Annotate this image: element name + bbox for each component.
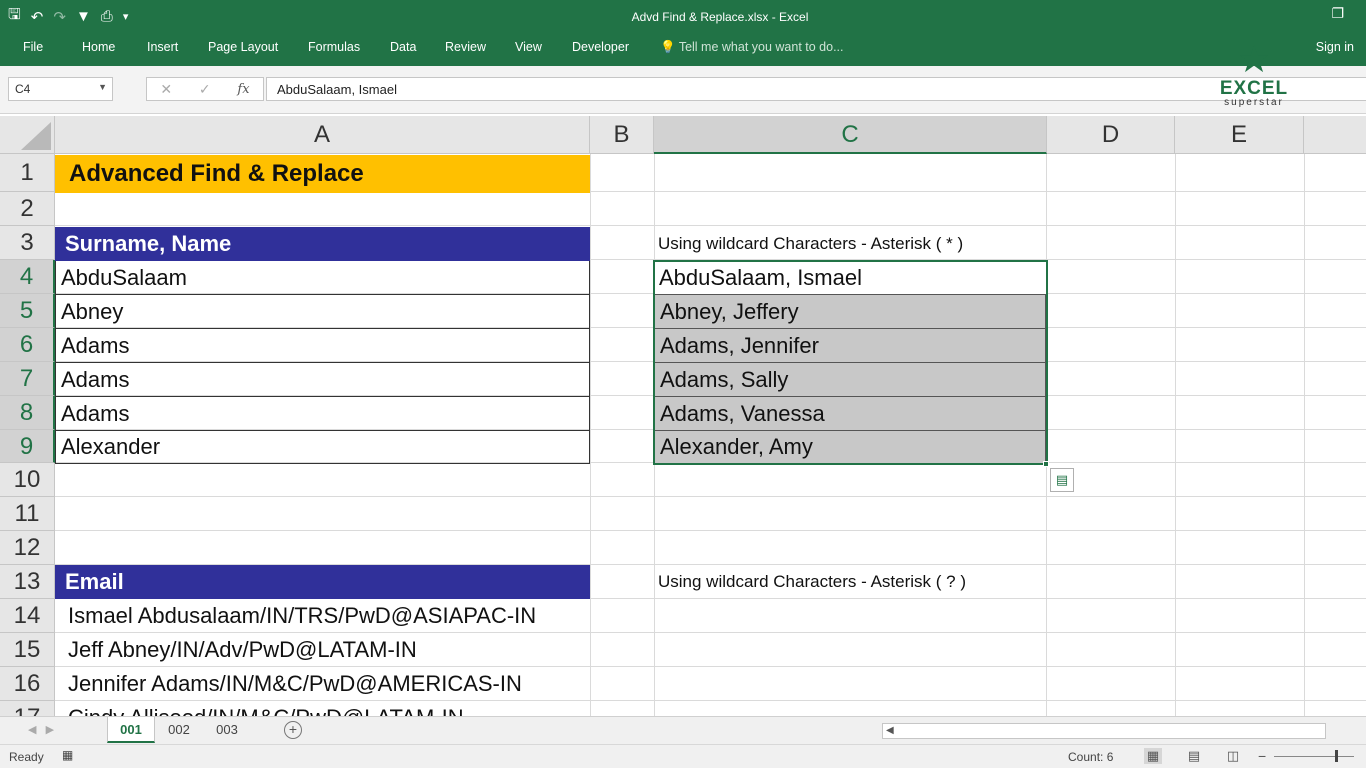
cell-a6[interactable]: Adams bbox=[55, 329, 590, 363]
tab-insert[interactable]: Insert bbox=[147, 40, 178, 54]
formula-bar: C4 ▼ ✕ ✓ fx AbduSalaam, Ismael bbox=[0, 66, 1366, 114]
cell-a3[interactable]: Surname, Name bbox=[55, 227, 590, 261]
cell-a7[interactable]: Adams bbox=[55, 363, 590, 397]
sign-in-link[interactable]: Sign in bbox=[1316, 40, 1354, 54]
status-count: Count: 6 bbox=[1068, 750, 1114, 764]
normal-view-icon[interactable]: ▦ bbox=[1144, 748, 1162, 764]
cell-a14[interactable]: Ismael Abdusalaam/IN/TRS/PwD@ASIAPAC-IN bbox=[63, 599, 590, 633]
row-header-9[interactable]: 9 bbox=[0, 430, 55, 463]
row-header-17[interactable]: 17 bbox=[0, 701, 55, 716]
sheet-tab-002[interactable]: 002 bbox=[155, 717, 203, 743]
tab-review[interactable]: Review bbox=[445, 40, 486, 54]
tab-file[interactable]: File bbox=[23, 40, 43, 54]
chevron-down-icon[interactable]: ▼ bbox=[98, 82, 107, 92]
row-header-11[interactable]: 11 bbox=[0, 497, 55, 531]
name-box-value: C4 bbox=[15, 82, 31, 96]
macro-record-icon[interactable]: ▦ bbox=[62, 748, 73, 762]
cell-a8[interactable]: Adams bbox=[55, 397, 590, 431]
column-header-a[interactable]: A bbox=[55, 116, 590, 154]
logo-text: EXCEL bbox=[1219, 78, 1289, 99]
tab-page-layout[interactable]: Page Layout bbox=[208, 40, 278, 54]
cell-a1[interactable]: Advanced Find & Replace bbox=[55, 155, 590, 193]
cell-a17[interactable]: Cindy Allisood/IN/M&C/PwD@LATAM-IN bbox=[63, 701, 590, 716]
tab-home[interactable]: Home bbox=[82, 40, 115, 54]
row-header-3[interactable]: 3 bbox=[0, 226, 55, 260]
add-sheet-icon[interactable]: + bbox=[284, 721, 302, 739]
horizontal-scrollbar[interactable]: ◀ bbox=[882, 723, 1326, 739]
page-break-view-icon[interactable]: ◫ bbox=[1224, 748, 1242, 764]
excel-superstar-logo: ★ EXCEL superstar bbox=[1204, 40, 1304, 116]
sheet-tab-bar: ◀ ▶ 001 002 003 + ◀ bbox=[0, 716, 1366, 744]
zoom-out-icon[interactable]: − bbox=[1258, 748, 1266, 764]
tab-formulas[interactable]: Formulas bbox=[308, 40, 360, 54]
gridline bbox=[55, 530, 1366, 531]
page-layout-view-icon[interactable]: ▤ bbox=[1185, 748, 1203, 764]
cell-c13[interactable]: Using wildcard Characters - Asterisk ( ?… bbox=[654, 572, 966, 592]
gridline bbox=[55, 496, 1366, 497]
fill-handle[interactable] bbox=[1043, 461, 1049, 467]
tab-data[interactable]: Data bbox=[390, 40, 416, 54]
row-header-8[interactable]: 8 bbox=[0, 396, 55, 430]
cell-a5[interactable]: Abney bbox=[55, 295, 590, 329]
row-header-10[interactable]: 10 bbox=[0, 463, 55, 497]
row-header-5[interactable]: 5 bbox=[0, 294, 55, 328]
star-icon: ★ bbox=[1236, 39, 1272, 81]
cell-a16[interactable]: Jennifer Adams/IN/M&C/PwD@AMERICAS-IN bbox=[63, 667, 590, 701]
cancel-icon[interactable]: ✕ bbox=[160, 81, 172, 98]
row-header-14[interactable]: 14 bbox=[0, 599, 55, 633]
restore-icon[interactable]: ❐ bbox=[1331, 5, 1344, 22]
column-header-c[interactable]: C bbox=[654, 116, 1047, 154]
cell-a13[interactable]: Email bbox=[55, 565, 590, 599]
row-header-13[interactable]: 13 bbox=[0, 565, 55, 599]
row-header-12[interactable]: 12 bbox=[0, 531, 55, 565]
zoom-slider-thumb[interactable] bbox=[1335, 750, 1338, 762]
row-header-7[interactable]: 7 bbox=[0, 362, 55, 396]
cell-a15[interactable]: Jeff Abney/IN/Adv/PwD@LATAM-IN bbox=[63, 633, 590, 667]
status-bar: Ready ▦ Count: 6 ▦ ▤ ◫ − bbox=[0, 744, 1366, 768]
row-header-2[interactable]: 2 bbox=[0, 192, 55, 226]
tab-developer[interactable]: Developer bbox=[572, 40, 629, 54]
quick-analysis-icon[interactable]: ▤ bbox=[1050, 468, 1074, 492]
sheet-tab-003[interactable]: 003 bbox=[203, 717, 251, 743]
gridline bbox=[55, 225, 1366, 226]
name-box[interactable]: C4 ▼ bbox=[8, 77, 113, 101]
title-bar: 🖫 ↶ ↷ ▼ ⎙ ▾ Advd Find & Replace.xlsx - E… bbox=[0, 0, 1366, 34]
column-header-b[interactable]: B bbox=[590, 116, 654, 154]
column-header-f[interactable] bbox=[1304, 116, 1366, 154]
column-header-e[interactable]: E bbox=[1175, 116, 1304, 154]
zoom-slider[interactable] bbox=[1274, 756, 1354, 757]
ribbon-tabs: File Home Insert Page Layout Formulas Da… bbox=[0, 34, 1366, 66]
sheet-nav-arrows-icon[interactable]: ◀ ▶ bbox=[28, 723, 54, 736]
select-all-button[interactable] bbox=[0, 116, 55, 154]
logo-subtext: superstar bbox=[1224, 97, 1284, 108]
row-header-1[interactable]: 1 bbox=[0, 154, 55, 192]
formula-input[interactable]: AbduSalaam, Ismael bbox=[266, 77, 1366, 101]
row-header-15[interactable]: 15 bbox=[0, 633, 55, 667]
status-ready: Ready bbox=[9, 750, 44, 764]
worksheet-grid[interactable]: A B C D E 1234567891011121314151617 Adva… bbox=[0, 116, 1366, 716]
enter-icon[interactable]: ✓ bbox=[199, 81, 211, 98]
window-title: Advd Find & Replace.xlsx - Excel bbox=[631, 10, 809, 24]
tell-me-box[interactable]: 💡 Tell me what you want to do... bbox=[660, 40, 844, 55]
lightbulb-icon: 💡 bbox=[660, 40, 676, 54]
column-header-d[interactable]: D bbox=[1047, 116, 1175, 154]
scroll-left-icon[interactable]: ◀ bbox=[886, 725, 894, 736]
row-header-16[interactable]: 16 bbox=[0, 667, 55, 701]
row-header-4[interactable]: 4 bbox=[0, 260, 55, 294]
cell-a9[interactable]: Alexander bbox=[55, 431, 590, 464]
tab-view[interactable]: View bbox=[515, 40, 542, 54]
cell-a4[interactable]: AbduSalaam bbox=[55, 261, 590, 295]
row-header-6[interactable]: 6 bbox=[0, 328, 55, 362]
insert-function-icon[interactable]: fx bbox=[237, 82, 249, 97]
tell-me-text: Tell me what you want to do... bbox=[678, 40, 844, 54]
selection-border bbox=[653, 260, 1048, 465]
formula-buttons: ✕ ✓ fx bbox=[146, 77, 264, 101]
sheet-tab-001[interactable]: 001 bbox=[107, 717, 155, 743]
cell-c3[interactable]: Using wildcard Characters - Asterisk ( *… bbox=[654, 234, 963, 254]
